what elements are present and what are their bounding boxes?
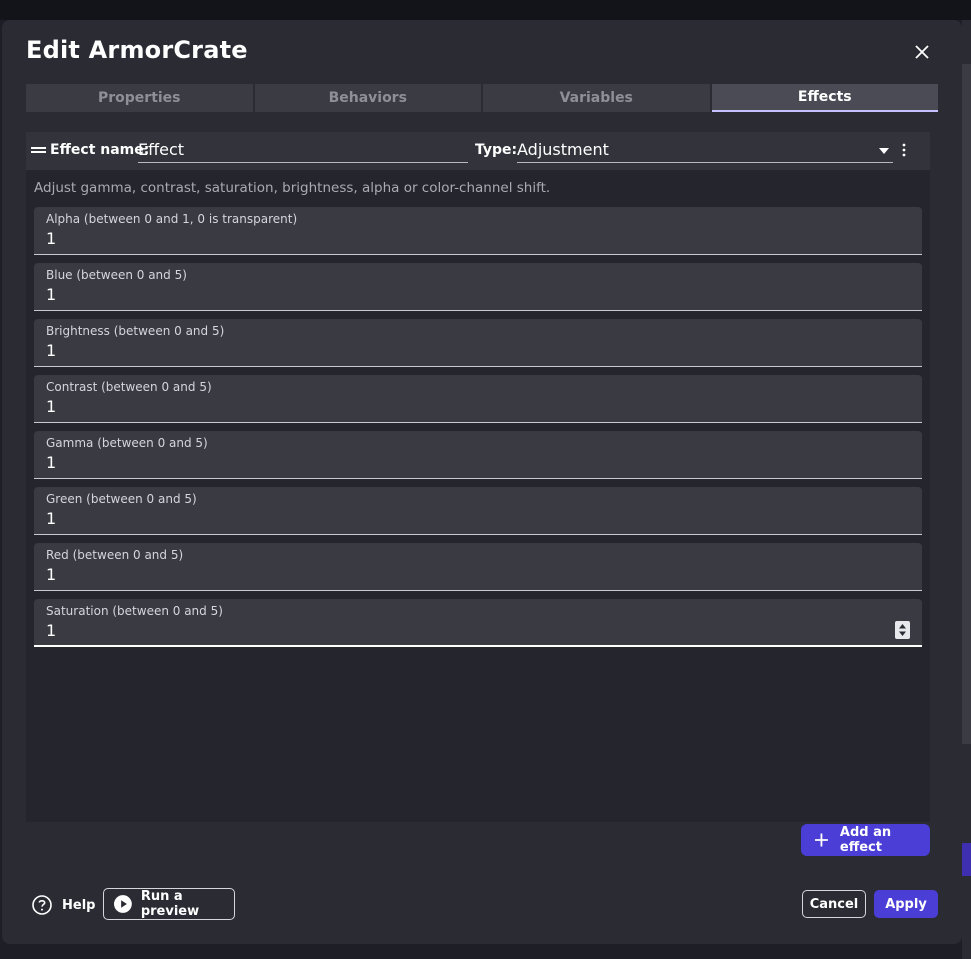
backdrop-accent xyxy=(962,843,971,876)
cancel-button[interactable]: Cancel xyxy=(802,890,866,918)
param-label: Gamma (between 0 and 5) xyxy=(46,436,208,450)
param-label: Green (between 0 and 5) xyxy=(46,492,197,506)
param-label: Red (between 0 and 5) xyxy=(46,548,184,562)
drag-handle-icon[interactable] xyxy=(31,147,46,155)
spinner-arrows-icon xyxy=(899,624,906,636)
add-effect-button[interactable]: Add an effect xyxy=(801,824,930,856)
tab-bar: Properties Behaviors Variables Effects xyxy=(26,84,938,112)
param-value[interactable]: 1 xyxy=(46,397,56,416)
type-select[interactable]: Adjustment xyxy=(517,138,893,163)
run-preview-button[interactable]: Run a preview xyxy=(103,888,235,920)
param-value[interactable]: 1 xyxy=(46,621,56,640)
param-field-saturation[interactable]: Saturation (between 0 and 5) 1 xyxy=(34,599,922,647)
edit-object-dialog: Edit ArmorCrate Properties Behaviors Var… xyxy=(2,20,962,944)
param-field-gamma[interactable]: Gamma (between 0 and 5) 1 xyxy=(34,431,922,479)
param-value[interactable]: 1 xyxy=(46,341,56,360)
tab-behaviors[interactable]: Behaviors xyxy=(254,84,481,112)
effects-panel: Effect name: Effect Type: Adjustment Adj… xyxy=(26,132,930,822)
play-icon xyxy=(114,895,132,913)
close-button[interactable] xyxy=(910,40,934,64)
param-field-contrast[interactable]: Contrast (between 0 and 5) 1 xyxy=(34,375,922,423)
param-value[interactable]: 1 xyxy=(46,453,56,472)
tab-properties[interactable]: Properties xyxy=(26,84,253,112)
add-effect-label: Add an effect xyxy=(839,825,892,855)
dialog-title: Edit ArmorCrate xyxy=(26,36,248,64)
param-label: Blue (between 0 and 5) xyxy=(46,268,187,282)
help-button[interactable]: Help xyxy=(32,894,95,916)
type-select-value: Adjustment xyxy=(517,140,609,159)
param-field-green[interactable]: Green (between 0 and 5) 1 xyxy=(34,487,922,535)
help-label: Help xyxy=(62,897,96,913)
param-value[interactable]: 1 xyxy=(46,285,56,304)
param-field-blue[interactable]: Blue (between 0 and 5) 1 xyxy=(34,263,922,311)
param-label: Saturation (between 0 and 5) xyxy=(46,604,223,618)
param-value[interactable]: 1 xyxy=(46,509,56,528)
param-field-red[interactable]: Red (between 0 and 5) 1 xyxy=(34,543,922,591)
backdrop-top xyxy=(0,0,971,20)
more-options-button[interactable] xyxy=(902,142,912,160)
chevron-down-icon xyxy=(879,148,889,154)
close-icon xyxy=(915,45,929,59)
param-field-alpha[interactable]: Alpha (between 0 and 1, 0 is transparent… xyxy=(34,207,922,255)
tab-variables[interactable]: Variables xyxy=(483,84,710,112)
backdrop-panel-lower xyxy=(962,778,971,834)
param-label: Alpha (between 0 and 1, 0 is transparent… xyxy=(46,212,298,226)
help-icon xyxy=(32,895,52,915)
backdrop-panel xyxy=(962,64,971,744)
param-value[interactable]: 1 xyxy=(46,565,56,584)
effect-description: Adjust gamma, contrast, saturation, brig… xyxy=(34,180,551,196)
effect-header: Effect name: Effect Type: Adjustment xyxy=(26,132,930,170)
param-field-brightness[interactable]: Brightness (between 0 and 5) 1 xyxy=(34,319,922,367)
param-label: Contrast (between 0 and 5) xyxy=(46,380,212,394)
param-label: Brightness (between 0 and 5) xyxy=(46,324,225,338)
type-label: Type: xyxy=(475,142,518,158)
apply-button[interactable]: Apply xyxy=(874,890,938,918)
plus-icon xyxy=(815,833,828,847)
tab-effects[interactable]: Effects xyxy=(711,84,938,112)
effect-name-input[interactable]: Effect xyxy=(138,138,468,163)
run-preview-label: Run a preview xyxy=(140,889,200,919)
more-vert-icon xyxy=(902,143,906,157)
effect-name-label: Effect name: xyxy=(50,142,150,158)
param-value[interactable]: 1 xyxy=(46,229,56,248)
number-spinner[interactable] xyxy=(895,621,910,639)
